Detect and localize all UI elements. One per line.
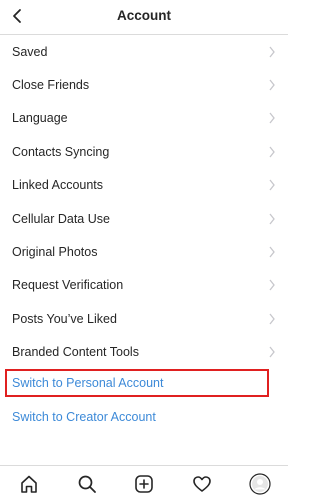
account-menu: Saved Close Friends Language Contacts Sy…	[0, 35, 288, 369]
menu-item-saved[interactable]: Saved	[0, 35, 288, 68]
tab-activity[interactable]	[190, 472, 214, 496]
menu-item-request-verification[interactable]: Request Verification	[0, 269, 288, 302]
profile-icon	[249, 473, 271, 495]
heart-icon	[193, 476, 211, 492]
menu-item-label: Close Friends	[12, 78, 90, 93]
menu-item-label: Branded Content Tools	[12, 345, 139, 360]
menu-item-label: Cellular Data Use	[12, 211, 110, 226]
tab-profile[interactable]	[248, 472, 272, 496]
chevron-right-icon	[269, 179, 275, 191]
menu-item-original-photos[interactable]: Original Photos	[0, 235, 288, 268]
chevron-right-icon	[269, 113, 275, 124]
bottom-tab-bar	[0, 465, 288, 500]
chevron-right-icon	[269, 313, 275, 325]
chevron-right-icon	[269, 46, 275, 58]
chevron-right-icon	[269, 280, 275, 291]
menu-item-posts-liked[interactable]: Posts You’ve Liked	[0, 302, 288, 335]
menu-item-branded-content-tools[interactable]: Branded Content Tools	[0, 336, 288, 369]
menu-item-label: Saved	[12, 44, 48, 59]
menu-item-label: Language	[12, 111, 68, 126]
tab-home[interactable]	[17, 472, 41, 496]
switch-to-personal-account-link[interactable]: Switch to Personal Account	[0, 368, 288, 398]
chevron-right-icon	[269, 213, 275, 225]
chevron-right-icon	[269, 246, 275, 258]
search-icon	[78, 475, 96, 493]
menu-item-label: Linked Accounts	[12, 178, 104, 193]
chevron-right-icon	[269, 146, 275, 158]
chevron-right-icon	[269, 79, 275, 91]
page-title: Account	[117, 8, 171, 23]
home-icon	[21, 475, 37, 493]
add-post-icon	[135, 475, 153, 493]
menu-item-cellular-data-use[interactable]: Cellular Data Use	[0, 202, 288, 235]
chevron-right-icon	[269, 346, 275, 358]
menu-item-label: Request Verification	[12, 278, 124, 293]
header-bar: Account	[0, 0, 288, 35]
switch-to-creator-account-link[interactable]: Switch to Creator Account	[0, 402, 288, 432]
menu-item-close-friends[interactable]: Close Friends	[0, 68, 288, 101]
menu-item-contacts-syncing[interactable]: Contacts Syncing	[0, 135, 288, 168]
menu-item-language[interactable]: Language	[0, 102, 288, 135]
menu-item-linked-accounts[interactable]: Linked Accounts	[0, 169, 288, 202]
tab-search[interactable]	[75, 472, 99, 496]
menu-item-label: Posts You’ve Liked	[12, 311, 117, 326]
menu-item-label: Original Photos	[12, 245, 98, 260]
tab-new-post[interactable]	[132, 472, 156, 496]
menu-item-label: Contacts Syncing	[12, 144, 110, 159]
